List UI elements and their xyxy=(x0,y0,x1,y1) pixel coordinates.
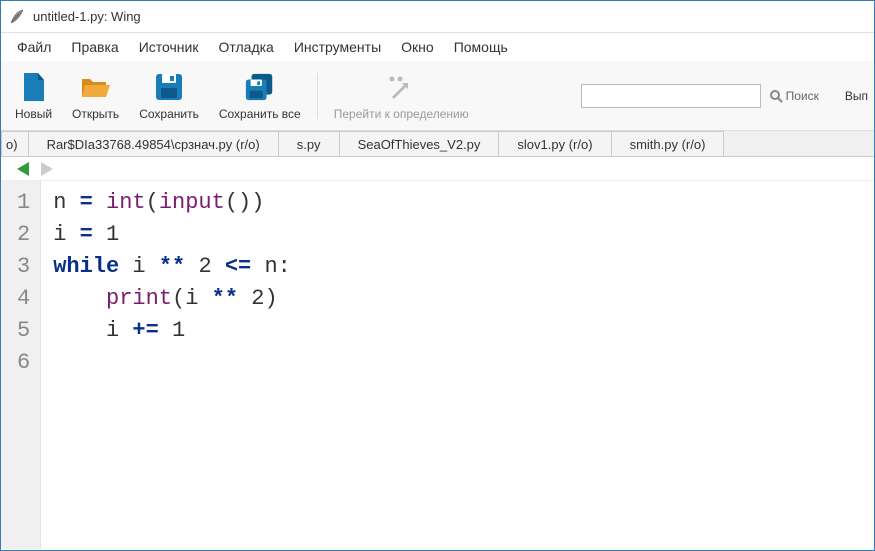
new-file-button[interactable]: Новый xyxy=(7,65,60,127)
tab-srznach[interactable]: Rar$DIa33768.49854\срзнач.py (r/o) xyxy=(29,131,279,156)
nav-forward-icon[interactable] xyxy=(41,162,53,176)
code-line[interactable]: while i ** 2 <= n: xyxy=(53,251,291,283)
menu-edit[interactable]: Правка xyxy=(61,35,128,59)
window-title: untitled-1.py: Wing xyxy=(33,9,141,24)
nav-back-icon[interactable] xyxy=(17,162,29,176)
goto-definition-button: Перейти к определению xyxy=(326,65,477,127)
editor-nav-bar xyxy=(1,157,874,181)
menu-window[interactable]: Окно xyxy=(391,35,444,59)
code-line[interactable] xyxy=(53,347,291,379)
save-label: Сохранить xyxy=(139,107,199,121)
line-number-gutter: 123456 xyxy=(1,181,41,549)
file-tabs: o) Rar$DIa33768.49854\срзнач.py (r/o) s.… xyxy=(1,131,874,157)
line-number: 3 xyxy=(17,251,30,283)
save-all-icon xyxy=(244,71,276,103)
code-line[interactable]: n = int(input()) xyxy=(53,187,291,219)
line-number: 2 xyxy=(17,219,30,251)
menu-file[interactable]: Файл xyxy=(7,35,61,59)
toolbar: Новый Открыть Сохранить xyxy=(1,61,874,131)
tab-smith[interactable]: smith.py (r/o) xyxy=(612,131,725,156)
open-file-label: Открыть xyxy=(72,107,119,121)
code-line[interactable]: i += 1 xyxy=(53,315,291,347)
open-folder-icon xyxy=(80,71,112,103)
menu-debug[interactable]: Отладка xyxy=(209,35,284,59)
menu-help[interactable]: Помощь xyxy=(444,35,518,59)
search-button[interactable]: Поиск xyxy=(763,89,825,103)
line-number: 4 xyxy=(17,283,30,315)
goto-definition-label: Перейти к определению xyxy=(334,107,469,121)
search-icon xyxy=(769,89,783,103)
tab-s[interactable]: s.py xyxy=(279,131,340,156)
search-box[interactable] xyxy=(581,84,761,108)
new-file-label: Новый xyxy=(15,107,52,121)
search-label-text: Поиск xyxy=(786,89,819,103)
goto-definition-icon xyxy=(385,71,417,103)
app-icon xyxy=(9,9,25,25)
toolbar-separator xyxy=(317,73,318,119)
window-titlebar: untitled-1.py: Wing xyxy=(1,1,874,33)
code-area[interactable]: n = int(input())i = 1while i ** 2 <= n: … xyxy=(41,181,291,549)
menu-source[interactable]: Источник xyxy=(129,35,209,59)
toolbar-cutoff-text: Вып xyxy=(825,89,870,103)
open-file-button[interactable]: Открыть xyxy=(64,65,127,127)
save-all-label: Сохранить все xyxy=(219,107,301,121)
code-line[interactable]: i = 1 xyxy=(53,219,291,251)
new-file-icon xyxy=(18,71,50,103)
search-input[interactable] xyxy=(582,85,760,107)
line-number: 5 xyxy=(17,315,30,347)
code-editor[interactable]: 123456 n = int(input())i = 1while i ** 2… xyxy=(1,181,874,549)
save-icon xyxy=(153,71,185,103)
line-number: 1 xyxy=(17,187,30,219)
save-all-button[interactable]: Сохранить все xyxy=(211,65,309,127)
menu-tools[interactable]: Инструменты xyxy=(284,35,391,59)
tab-cutoff-left[interactable]: o) xyxy=(1,131,29,156)
line-number: 6 xyxy=(17,347,30,379)
menubar: Файл Правка Источник Отладка Инструменты… xyxy=(1,33,874,61)
save-button[interactable]: Сохранить xyxy=(131,65,207,127)
tab-slov1[interactable]: slov1.py (r/o) xyxy=(499,131,611,156)
tab-seaofthieves[interactable]: SeaOfThieves_V2.py xyxy=(340,131,500,156)
code-line[interactable]: print(i ** 2) xyxy=(53,283,291,315)
